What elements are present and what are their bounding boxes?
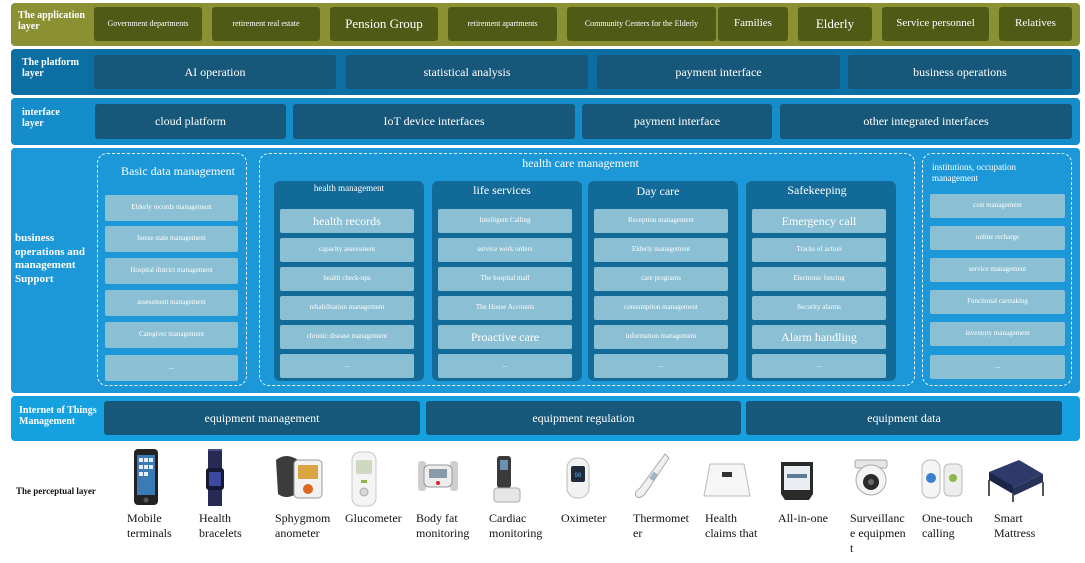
device-label: Health claims that bbox=[705, 511, 758, 540]
institutions-item: Functional caretaking bbox=[930, 290, 1065, 314]
institutions-item: online recharge bbox=[930, 226, 1065, 250]
interface-item-cloud-platform: cloud platform bbox=[95, 104, 286, 139]
day-care-item: ... bbox=[594, 354, 728, 378]
day-care-item: information management bbox=[594, 325, 728, 349]
iot-management-label: Internet of Things Management bbox=[19, 405, 97, 427]
interface-item-payment-interface: payment interface bbox=[582, 104, 772, 139]
basic-data-item: ... bbox=[105, 355, 238, 381]
platform-item-business-operations: business operations bbox=[848, 55, 1072, 89]
perceptual-layer-label: The perceptual layer bbox=[16, 486, 96, 496]
basic-data-item: Caregiver management bbox=[105, 322, 238, 348]
life-services-item: ... bbox=[438, 354, 572, 378]
life-services-item: The hospital mall bbox=[438, 267, 572, 291]
device-label: One-touch calling bbox=[922, 511, 973, 540]
all-in-one-icon bbox=[781, 462, 813, 500]
institutions-item: ... bbox=[930, 355, 1065, 379]
life-services-item: The House Accounts bbox=[438, 296, 572, 320]
health-management-item: health check-ups bbox=[280, 267, 414, 291]
device-label: Sphygmomanometer bbox=[275, 511, 331, 540]
mobile-terminal-icon bbox=[134, 449, 158, 505]
sphygmomanometer-icon bbox=[276, 456, 323, 499]
thermometer-icon bbox=[635, 453, 670, 499]
institutions-item: cost management bbox=[930, 194, 1065, 218]
surveillance-camera-icon bbox=[854, 459, 888, 496]
device-label: Body fat monitoring bbox=[416, 511, 470, 540]
iot-item-equipment-management: equipment management bbox=[104, 401, 420, 435]
app-item-elderly: Elderly bbox=[798, 7, 872, 41]
institutions-management-title: institutions, occupation management bbox=[932, 162, 1016, 183]
app-item-government-departments: Government departments bbox=[94, 7, 202, 41]
device-label: Health bracelets bbox=[199, 511, 242, 540]
safekeeping-item: ... bbox=[752, 354, 886, 378]
oximeter-icon: 98 bbox=[566, 457, 590, 499]
day-care-item: consumption management bbox=[594, 296, 728, 320]
basic-data-item: house state management bbox=[105, 226, 238, 252]
health-management-item: capacity assessment bbox=[280, 238, 414, 262]
device-label: Oximeter bbox=[561, 511, 607, 525]
device-label: Smart Mattress bbox=[994, 511, 1036, 540]
basic-data-management-title: Basic data management bbox=[121, 164, 235, 178]
body-fat-monitor-icon bbox=[418, 461, 458, 491]
health-management-title: health management bbox=[313, 183, 385, 193]
device-label: Glucometer bbox=[345, 511, 402, 525]
device-label: Cardiac monitoring bbox=[489, 511, 543, 540]
svg-text:98: 98 bbox=[575, 473, 582, 479]
interface-item-other-integrated: other integrated interfaces bbox=[780, 104, 1072, 139]
health-care-management-title: health care management bbox=[522, 156, 639, 170]
platform-item-statistical-analysis: statistical analysis bbox=[346, 55, 588, 89]
basic-data-item: Hospital district management bbox=[105, 258, 238, 284]
platform-item-payment-interface: payment interface bbox=[597, 55, 840, 89]
safekeeping-item: Emergency call bbox=[752, 209, 886, 233]
business-layer-label: business operations and management Suppo… bbox=[15, 232, 85, 285]
day-care-title: Day care bbox=[636, 184, 680, 198]
day-care-item: Reception management bbox=[594, 209, 728, 233]
day-care-item: Elderly management bbox=[594, 238, 728, 262]
life-services-item: Intelligent Calling bbox=[438, 209, 572, 233]
app-item-pension-group: Pension Group bbox=[330, 7, 438, 41]
safekeeping-item: Security alarms bbox=[752, 296, 886, 320]
platform-layer-label: The platform layer bbox=[22, 57, 79, 79]
life-services-item: Proactive care bbox=[438, 325, 572, 349]
device-label: Thermometer bbox=[633, 511, 689, 540]
app-item-retirement-apartments: retirement apartments bbox=[448, 7, 557, 41]
app-item-service-personnel: Service personnel bbox=[882, 7, 989, 41]
health-management-item: rehabilitation management bbox=[280, 296, 414, 320]
basic-data-item: assessment management bbox=[105, 290, 238, 316]
iot-item-equipment-data: equipment data bbox=[746, 401, 1062, 435]
health-management-item: chronic disease management bbox=[280, 325, 414, 349]
institutions-item: inventory management bbox=[930, 322, 1065, 346]
life-services-title: life services bbox=[473, 183, 531, 197]
life-services-item: service work orders bbox=[438, 238, 572, 262]
interface-layer-label: interface layer bbox=[22, 107, 60, 129]
safekeeping-item: Tracks of action bbox=[752, 238, 886, 262]
platform-item-ai-operation: AI operation bbox=[94, 55, 336, 89]
basic-data-item: Elderly records management bbox=[105, 195, 238, 221]
safekeeping-item: Electronic fencing bbox=[752, 267, 886, 291]
institutions-item: service management bbox=[930, 258, 1065, 282]
app-item-relatives: Relatives bbox=[999, 7, 1072, 41]
app-item-retirement-real-estate: retirement real estate bbox=[212, 7, 320, 41]
device-label: Mobile terminals bbox=[127, 511, 172, 540]
day-care-item: care programs bbox=[594, 267, 728, 291]
cardiac-monitor-icon bbox=[493, 456, 521, 503]
safekeeping-item: Alarm handling bbox=[752, 325, 886, 349]
safekeeping-title: Safekeeping bbox=[787, 183, 847, 197]
app-item-families: Families bbox=[718, 7, 788, 41]
health-bracelet-icon bbox=[206, 449, 224, 506]
glucometer-icon bbox=[351, 451, 377, 507]
device-label: All-in-one bbox=[778, 511, 828, 525]
application-layer-label: The application layer bbox=[18, 10, 85, 32]
one-touch-call-icon bbox=[921, 459, 963, 499]
health-management-item: health records bbox=[280, 209, 414, 233]
health-scale-icon bbox=[703, 463, 751, 497]
device-label: Surveillance equipment bbox=[850, 511, 906, 555]
interface-item-iot-device-interfaces: IoT device interfaces bbox=[293, 104, 575, 139]
health-management-item: ... bbox=[280, 354, 414, 378]
app-item-community-centers: Community Centers for the Elderly bbox=[567, 7, 716, 41]
iot-item-equipment-regulation: equipment regulation bbox=[426, 401, 741, 435]
smart-mattress-icon bbox=[988, 460, 1044, 502]
